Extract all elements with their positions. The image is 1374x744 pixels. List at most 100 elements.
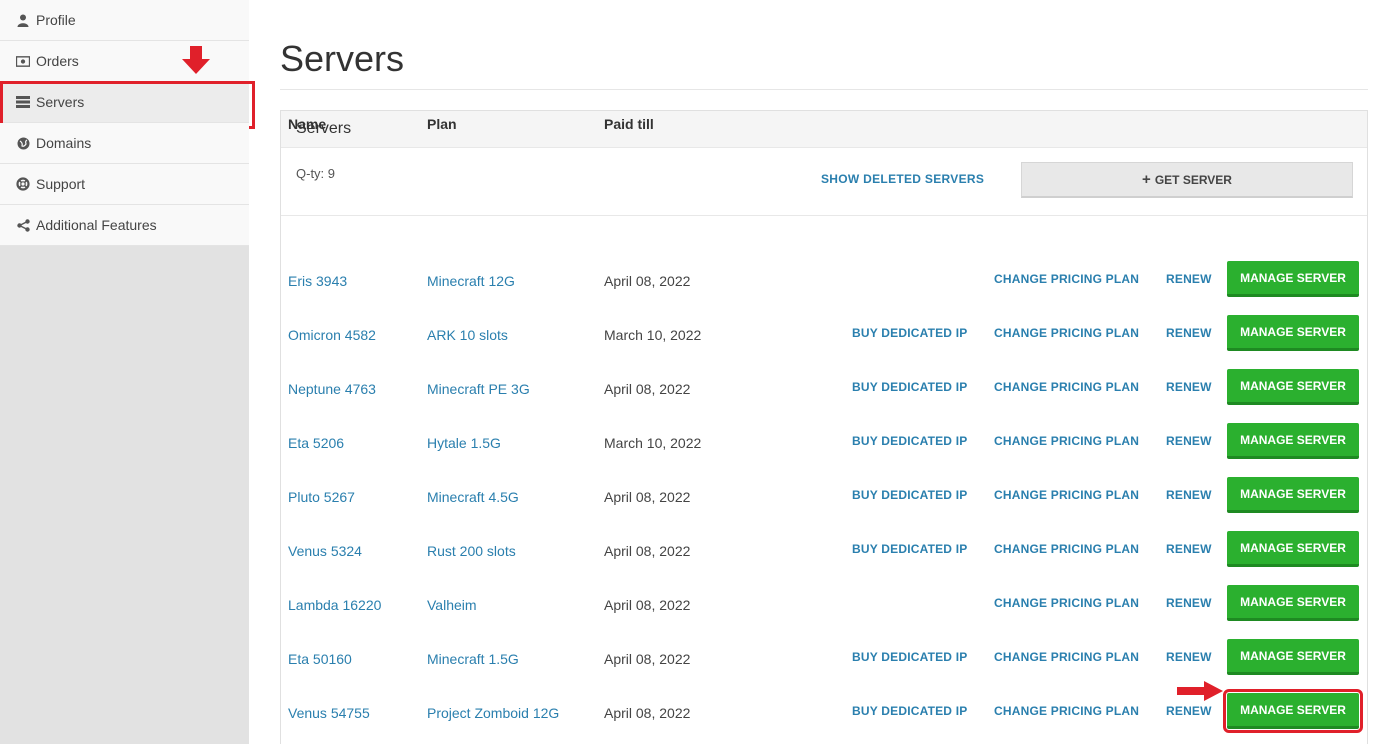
renew-link[interactable]: RENEW	[1166, 326, 1212, 340]
server-plan-link[interactable]: Project Zomboid 12G	[427, 705, 559, 721]
get-server-button[interactable]: + GET SERVER	[1021, 162, 1353, 198]
panel-toolbar: Q-ty: 9 SHOW DELETED SERVERS + GET SERVE…	[281, 148, 1367, 216]
sidebar-item-label: Profile	[36, 12, 76, 28]
change-pricing-plan-link[interactable]: CHANGE PRICING PLAN	[994, 434, 1139, 448]
server-name-link[interactable]: Eta 5206	[288, 435, 344, 451]
manage-server-button[interactable]: MANAGE SERVER	[1227, 369, 1359, 405]
get-server-label: GET SERVER	[1155, 173, 1232, 187]
renew-link[interactable]: RENEW	[1166, 488, 1212, 502]
column-header-paid-till: Paid till	[604, 116, 654, 132]
page-title: Servers	[280, 38, 404, 80]
column-header-name: Name	[288, 116, 326, 132]
user-icon	[16, 13, 30, 27]
column-header-plan: Plan	[427, 116, 457, 132]
buy-dedicated-ip-link[interactable]: BUY DEDICATED IP	[852, 380, 967, 394]
manage-server-button[interactable]: MANAGE SERVER	[1227, 477, 1359, 513]
server-name-link[interactable]: Lambda 16220	[288, 597, 381, 613]
server-icon	[16, 95, 30, 109]
server-plan-link[interactable]: Minecraft PE 3G	[427, 381, 530, 397]
change-pricing-plan-link[interactable]: CHANGE PRICING PLAN	[994, 272, 1139, 286]
buy-dedicated-ip-link[interactable]: BUY DEDICATED IP	[852, 704, 967, 718]
manage-server-button[interactable]: MANAGE SERVER	[1227, 423, 1359, 459]
server-paid-till: April 08, 2022	[604, 489, 690, 505]
server-paid-till: March 10, 2022	[604, 435, 701, 451]
renew-link[interactable]: RENEW	[1166, 650, 1212, 664]
buy-dedicated-ip-link[interactable]: BUY DEDICATED IP	[852, 488, 967, 502]
sidebar-item-label: Orders	[36, 53, 79, 69]
server-plan-link[interactable]: Minecraft 1.5G	[427, 651, 519, 667]
show-deleted-servers-link[interactable]: SHOW DELETED SERVERS	[821, 172, 984, 186]
sidebar-item-label: Support	[36, 176, 85, 192]
globe-icon	[16, 136, 30, 150]
manage-server-button[interactable]: MANAGE SERVER	[1227, 315, 1359, 351]
sidebar-item-domains[interactable]: Domains	[0, 123, 249, 164]
table-row: Eta 5206 Hytale 1.5G March 10, 2022 BUY DED…	[280, 416, 1368, 470]
sidebar-item-support[interactable]: Support	[0, 164, 249, 205]
lifebuoy-icon	[16, 177, 30, 191]
change-pricing-plan-link[interactable]: CHANGE PRICING PLAN	[994, 380, 1139, 394]
server-plan-link[interactable]: Rust 200 slots	[427, 543, 516, 559]
change-pricing-plan-link[interactable]: CHANGE PRICING PLAN	[994, 542, 1139, 556]
renew-link[interactable]: RENEW	[1166, 704, 1212, 718]
server-name-link[interactable]: Pluto 5267	[288, 489, 355, 505]
table-row: Eta 50160 Minecraft 1.5G April 08, 2022 BUY…	[280, 632, 1368, 686]
server-name-link[interactable]: Venus 54755	[288, 705, 370, 721]
table-row: Venus 5324 Rust 200 slots April 08, 2022 BU…	[280, 524, 1368, 578]
buy-dedicated-ip-link[interactable]: BUY DEDICATED IP	[852, 326, 967, 340]
change-pricing-plan-link[interactable]: CHANGE PRICING PLAN	[994, 488, 1139, 502]
manage-server-button[interactable]: MANAGE SERVER	[1227, 693, 1359, 729]
manage-server-button[interactable]: MANAGE SERVER	[1227, 261, 1359, 297]
table-row: Eris 3943 Minecraft 12G April 08, 2022 CHAN…	[280, 254, 1368, 308]
renew-link[interactable]: RENEW	[1166, 542, 1212, 556]
sidebar-item-servers[interactable]: Servers	[0, 82, 249, 123]
sidebar-nav: Profile Orders Servers Domains Support	[0, 0, 249, 246]
server-plan-link[interactable]: Valheim	[427, 597, 477, 613]
renew-link[interactable]: RENEW	[1166, 272, 1212, 286]
buy-dedicated-ip-link[interactable]: BUY DEDICATED IP	[852, 542, 967, 556]
server-name-link[interactable]: Venus 5324	[288, 543, 362, 559]
sidebar: Profile Orders Servers Domains Support	[0, 0, 249, 744]
sidebar-item-label: Servers	[36, 94, 84, 110]
server-name-link[interactable]: Neptune 4763	[288, 381, 376, 397]
server-plan-link[interactable]: ARK 10 slots	[427, 327, 508, 343]
table-row: Omicron 4582ARK 10 slotsMarch 10, 2022BU…	[280, 308, 1368, 362]
server-plan-link[interactable]: Hytale 1.5G	[427, 435, 501, 451]
manage-server-button[interactable]: MANAGE SERVER	[1227, 585, 1359, 621]
server-quantity: Q-ty: 9	[296, 166, 335, 181]
sidebar-item-additional-features[interactable]: Additional Features	[0, 205, 249, 246]
server-paid-till: April 08, 2022	[604, 273, 690, 289]
change-pricing-plan-link[interactable]: CHANGE PRICING PLAN	[994, 326, 1139, 340]
sidebar-item-profile[interactable]: Profile	[0, 0, 249, 41]
server-plan-link[interactable]: Minecraft 12G	[427, 273, 515, 289]
table-row: Neptune 4763 Minecraft PE 3G April 08, 202…	[280, 362, 1368, 416]
server-name-link[interactable]: Eris 3943	[288, 273, 347, 289]
manage-server-button[interactable]: MANAGE SERVER	[1227, 531, 1359, 567]
sidebar-item-label: Additional Features	[36, 217, 157, 233]
table-row: Lambda 16220 Valheim April 08, 2022 CHANGE …	[280, 578, 1368, 632]
sidebar-item-label: Domains	[36, 135, 91, 151]
manage-server-button[interactable]: MANAGE SERVER	[1227, 639, 1359, 675]
server-paid-till: April 08, 2022	[604, 705, 690, 721]
change-pricing-plan-link[interactable]: CHANGE PRICING PLAN	[994, 704, 1139, 718]
server-name-link[interactable]: Eta 50160	[288, 651, 352, 667]
renew-link[interactable]: RENEW	[1166, 596, 1212, 610]
buy-dedicated-ip-link[interactable]: BUY DEDICATED IP	[852, 434, 967, 448]
server-paid-till: April 08, 2022	[604, 381, 690, 397]
renew-link[interactable]: RENEW	[1166, 434, 1212, 448]
sidebar-item-orders[interactable]: Orders	[0, 41, 249, 82]
change-pricing-plan-link[interactable]: CHANGE PRICING PLAN	[994, 650, 1139, 664]
buy-dedicated-ip-link[interactable]: BUY DEDICATED IP	[852, 650, 967, 664]
server-plan-link[interactable]: Minecraft 4.5G	[427, 489, 519, 505]
table-row: Pluto 5267 Minecraft 4.5G April 08, 2022 BU…	[280, 470, 1368, 524]
renew-link[interactable]: RENEW	[1166, 380, 1212, 394]
title-divider	[280, 89, 1368, 90]
server-name-link[interactable]: Omicron 4582	[288, 327, 376, 343]
annotation-arrow-right-icon	[1176, 680, 1224, 702]
server-paid-till: April 08, 2022	[604, 651, 690, 667]
server-paid-till: April 08, 2022	[604, 597, 690, 613]
change-pricing-plan-link[interactable]: CHANGE PRICING PLAN	[994, 596, 1139, 610]
server-paid-till: April 08, 2022	[604, 543, 690, 559]
plus-icon: +	[1142, 171, 1151, 188]
annotation-arrow-down-icon	[181, 45, 211, 75]
money-icon	[16, 54, 30, 68]
